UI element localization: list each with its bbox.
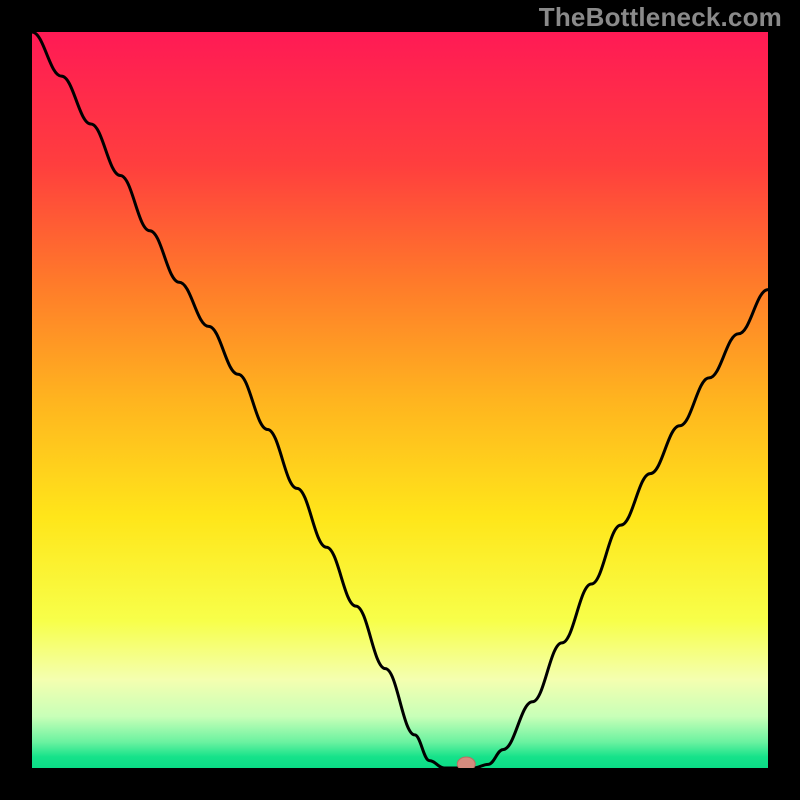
gradient-backdrop [32,32,768,768]
bottleneck-chart-svg [32,32,768,768]
optimum-marker [457,757,475,768]
watermark-text: TheBottleneck.com [539,2,782,33]
outer-frame: TheBottleneck.com [0,0,800,800]
plot-area [32,32,768,768]
